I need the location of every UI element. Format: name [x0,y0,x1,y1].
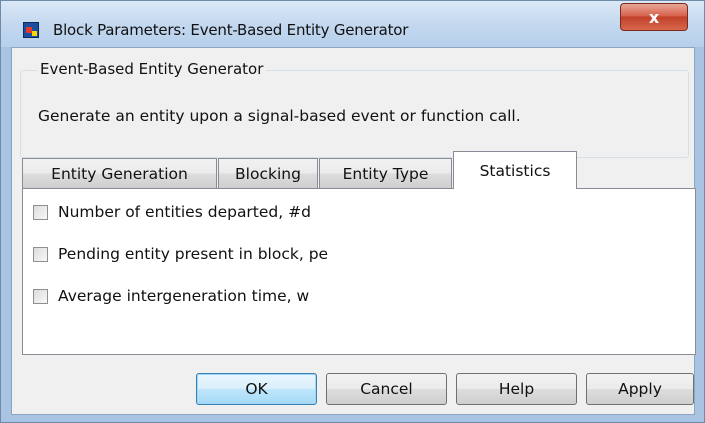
title-bar[interactable]: Block Parameters: Event-Based Entity Gen… [1,1,704,45]
close-button[interactable]: x [620,3,688,31]
apply-button[interactable]: Apply [586,373,694,405]
tab-strip: Entity Generation Blocking Entity Type S… [22,151,692,189]
tab-statistics[interactable]: Statistics [453,151,577,189]
tab-label: Blocking [235,164,301,183]
tab-blocking[interactable]: Blocking [218,158,318,188]
window-title: Block Parameters: Event-Based Entity Gen… [53,21,409,39]
tab-label: Entity Type [342,164,429,183]
ok-button[interactable]: OK [196,373,317,405]
checkbox-row-entities-departed[interactable]: Number of entities departed, #d [33,203,311,221]
tab-entity-generation[interactable]: Entity Generation [22,158,217,188]
checkbox-label: Pending entity present in block, pe [58,245,329,263]
block-description: Generate an entity upon a signal-based e… [38,107,521,125]
checkbox-label: Average intergeneration time, w [58,287,310,305]
tab-label: Entity Generation [51,164,188,183]
checkbox-entities-departed[interactable] [33,204,48,220]
help-button[interactable]: Help [456,373,577,405]
statistics-panel: Number of entities departed, #d Pending … [22,188,696,355]
cancel-button[interactable]: Cancel [326,373,447,405]
group-title: Event-Based Entity Generator [37,60,267,78]
checkbox-pending-entity[interactable] [33,246,48,262]
dialog-window: Block Parameters: Event-Based Entity Gen… [0,0,705,423]
simulink-app-icon [23,22,39,38]
checkbox-average-intergeneration[interactable] [33,288,48,304]
tab-label: Statistics [479,161,551,180]
checkbox-row-pending-entity[interactable]: Pending entity present in block, pe [33,245,328,263]
dialog-client-area: Event-Based Entity Generator Generate an… [11,47,696,415]
checkbox-label: Number of entities departed, #d [58,203,311,221]
checkbox-row-average-intergeneration[interactable]: Average intergeneration time, w [33,287,309,305]
close-icon: x [648,7,660,27]
tab-entity-type[interactable]: Entity Type [319,158,452,188]
